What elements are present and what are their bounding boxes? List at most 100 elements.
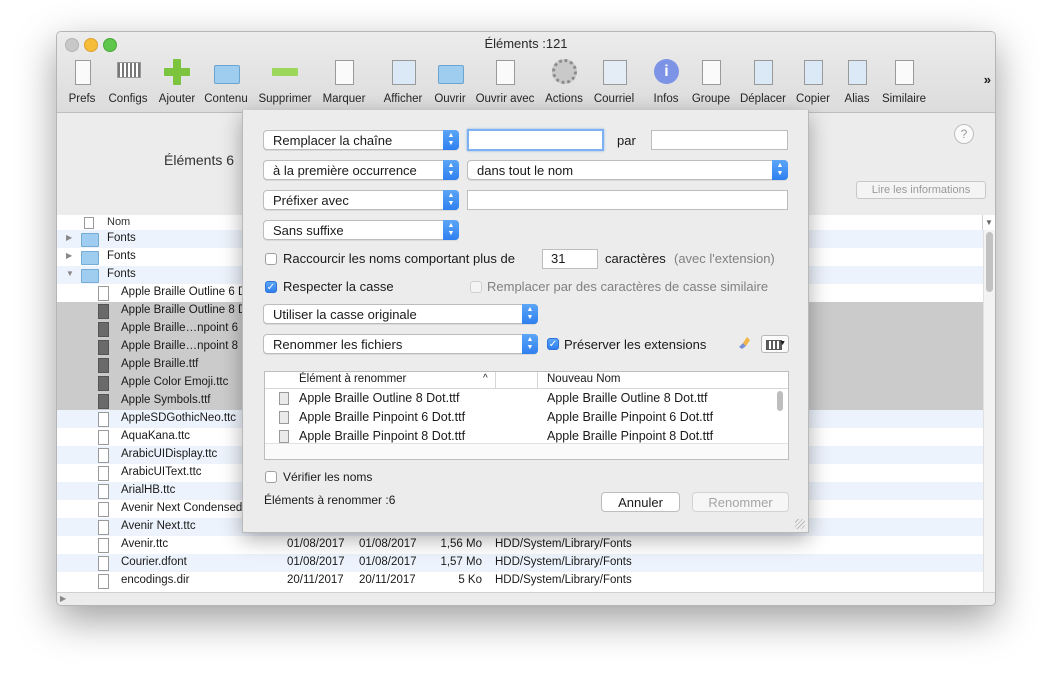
toolbar-label: Ajouter [158, 93, 196, 105]
toolbar-open-button[interactable]: Ouvrir [431, 58, 469, 105]
popup-arrows-icon: ▲ ▼ [522, 334, 538, 354]
toolbar-mark-button[interactable]: Marquer [320, 58, 368, 105]
chars-note: (avec l'extension) [674, 251, 775, 266]
occurrence-popup[interactable]: à la première occurrence ▲ ▼ [263, 160, 459, 180]
gear-icon [549, 58, 579, 86]
disclosure-closed-icon[interactable]: ▶ [66, 251, 72, 260]
toolbar-content-button[interactable]: Contenu [202, 58, 250, 105]
column-name[interactable]: Nom [107, 216, 130, 228]
rename-sheet: Remplacer la chaîne ▲ ▼ par à la première… [242, 110, 809, 533]
toolbar-label: Groupe [691, 93, 731, 105]
prefix-field[interactable] [467, 190, 788, 210]
modified-date: 20/11/2017 [359, 574, 416, 586]
shorten-length-field[interactable]: 31 [542, 249, 598, 269]
list-item[interactable]: Courier.dfont 01/08/2017 01/08/2017 1,57 Mo… [57, 554, 983, 572]
toolbar-alias-button[interactable]: Alias [839, 58, 875, 105]
row-old-name: Apple Braille Pinpoint 6 Dot.ttf [299, 410, 466, 424]
columns-menu-button[interactable]: ▼ [761, 335, 789, 353]
popup-arrows-icon: ▲ ▼ [522, 304, 538, 324]
similar-case-checkbox[interactable] [470, 281, 482, 293]
scope-popup[interactable]: dans tout le nom ▲ ▼ [467, 160, 788, 180]
display-icon [388, 58, 418, 86]
suffix-popup[interactable]: Sans suffixe ▲ ▼ [263, 220, 459, 240]
disclosure-closed-icon[interactable]: ▶ [66, 233, 72, 242]
file-size: 1,57 Mo [440, 556, 482, 568]
open-icon [435, 58, 465, 86]
modified-date: 01/08/2017 [359, 538, 417, 550]
toolbar-label: Courriel [593, 93, 635, 105]
prefs-icon [67, 58, 97, 86]
items-to-rename-count: Éléments à renommer :6 [264, 493, 396, 507]
brush-icon[interactable] [737, 335, 751, 349]
toolbar-overflow-button[interactable]: » [984, 72, 991, 87]
toolbar-group-button[interactable]: Groupe [689, 58, 733, 105]
popup-arrows-icon: ▲ ▼ [772, 160, 788, 180]
similar-icon [889, 58, 919, 86]
table-row[interactable]: Apple Braille Outline 8 Dot.ttf Apple Br… [265, 389, 773, 408]
scroll-thumb[interactable] [777, 391, 783, 411]
configs-icon [113, 58, 143, 86]
table-scrollbar[interactable] [774, 389, 786, 443]
cancel-button[interactable]: Annuler [601, 492, 680, 512]
case-popup[interactable]: Utiliser la casse originale ▲ ▼ [263, 304, 538, 324]
replace-mode-popup[interactable]: Remplacer la chaîne ▲ ▼ [263, 130, 459, 150]
scroll-right-icon[interactable]: ▶ [60, 594, 66, 603]
file-icon [98, 358, 109, 373]
replacement-field[interactable] [651, 130, 788, 150]
popup-arrows-icon: ▲ ▼ [443, 130, 459, 150]
created-date: 20/11/2017 [287, 574, 344, 586]
file-icon [98, 304, 109, 319]
folder-icon [81, 233, 99, 247]
list-scrollbar[interactable] [983, 230, 995, 592]
shorten-checkbox[interactable] [265, 253, 277, 265]
col-new-name[interactable]: Nouveau Nom [547, 373, 621, 385]
toolbar-actions-button[interactable]: Actions [542, 58, 586, 105]
col-item-to-rename[interactable]: Élément à renommer [299, 373, 406, 385]
rename-preview-table: Élément à renommer ^ Nouveau Nom Apple B… [264, 371, 789, 460]
search-string-field[interactable] [467, 129, 604, 151]
case-sensitive-checkbox[interactable]: ✓ [265, 281, 277, 293]
toolbar-add-button[interactable]: Ajouter [155, 58, 199, 105]
preserve-extensions-checkbox[interactable]: ✓ [547, 338, 559, 350]
popup-label: Sans suffixe [273, 223, 344, 238]
toolbar-configs-button[interactable]: Configs [106, 58, 150, 105]
list-item[interactable]: encodings.dir 20/11/2017 20/11/2017 5 Ko HDD… [57, 572, 983, 590]
chevron-down-icon: ▼ [779, 340, 786, 347]
horizontal-scrollbar[interactable]: ▶ [57, 592, 995, 605]
item-name: AquaKana.ttc [121, 430, 191, 442]
rename-button[interactable]: Renommer [692, 492, 789, 512]
toolbar-mail-button[interactable]: Courriel [591, 58, 637, 105]
chevron-down-icon[interactable]: ▼ [982, 215, 995, 231]
list-item[interactable]: Avenir.ttc 01/08/2017 01/08/2017 1,56 Mo HDD… [57, 536, 983, 554]
item-path: HDD/System/Library/Fonts [495, 538, 632, 550]
help-button[interactable]: ? [954, 124, 974, 144]
scroll-thumb[interactable] [986, 232, 993, 292]
popup-label: Utiliser la casse originale [273, 307, 417, 322]
toolbar-display-button[interactable]: Afficher [380, 58, 426, 105]
toolbar-open-with-button[interactable]: Ouvrir avec [473, 58, 537, 105]
prefix-popup[interactable]: Préfixer avec ▲ ▼ [263, 190, 459, 210]
row-old-name: Apple Braille Outline 8 Dot.ttf [299, 391, 460, 405]
toolbar-move-button[interactable]: Déplacer [738, 58, 788, 105]
read-info-button[interactable]: Lire les informations [856, 181, 986, 199]
toolbar-delete-button[interactable]: Supprimer [257, 58, 313, 105]
table-row[interactable]: Apple Braille Pinpoint 6 Dot.ttf Apple B… [265, 408, 773, 427]
column-divider [537, 372, 538, 388]
resize-grip[interactable] [795, 519, 805, 529]
toolbar-copy-button[interactable]: Copier [793, 58, 833, 105]
elements-count: Éléments 6 [164, 152, 235, 168]
toolbar-info-button[interactable]: i Infos [647, 58, 685, 105]
item-path: HDD/System/Library/Fonts [495, 574, 632, 586]
popup-label: à la première occurrence [273, 163, 417, 178]
file-icon [279, 430, 289, 443]
rename-target-popup[interactable]: Renommer les fichiers ▲ ▼ [263, 334, 538, 354]
toolbar-label: Afficher [383, 93, 423, 105]
disclosure-open-icon[interactable]: ▼ [66, 269, 74, 278]
verify-names-checkbox[interactable] [265, 471, 277, 483]
modified-date: 01/08/2017 [359, 556, 417, 568]
case-sensitive-label: Respecter la casse [283, 279, 394, 294]
toolbar-prefs-button[interactable]: Prefs [64, 58, 100, 105]
toolbar-similar-button[interactable]: Similaire [879, 58, 929, 105]
toolbar-label: Similaire [881, 93, 927, 105]
table-horizontal-scrollbar[interactable] [265, 443, 788, 459]
